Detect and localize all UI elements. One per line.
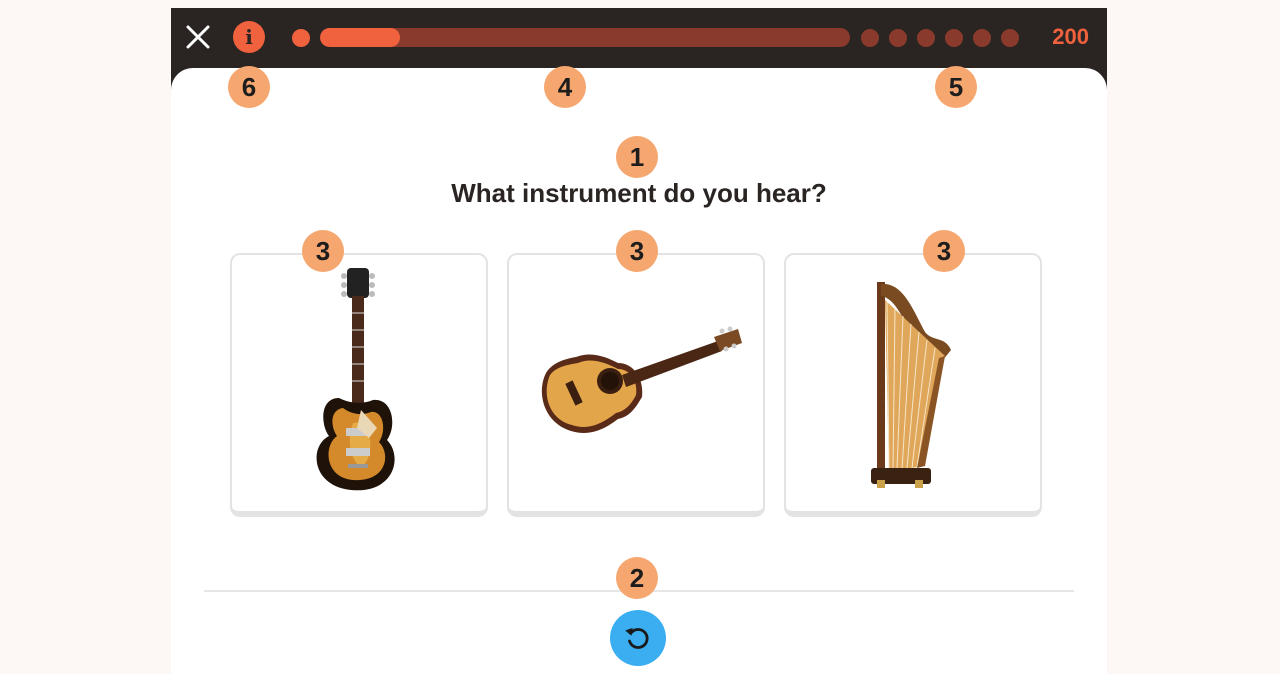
progress-start-dot — [292, 29, 310, 47]
info-button[interactable]: i — [233, 21, 265, 53]
close-icon — [186, 25, 210, 49]
electric-guitar-image — [316, 268, 395, 491]
score: 200 — [1052, 24, 1089, 49]
acoustic-guitar-image — [541, 326, 742, 433]
step-dot — [889, 29, 907, 47]
info-icon: i — [245, 25, 253, 49]
option-acoustic-guitar[interactable] — [507, 253, 765, 517]
question-text: What instrument do you hear? — [451, 178, 827, 208]
annotation-marker: 3 — [923, 230, 965, 272]
top-bar: i 200 — [171, 8, 1107, 68]
replay-icon — [625, 627, 649, 649]
step-dot — [1001, 29, 1019, 47]
option-harp[interactable] — [784, 253, 1042, 517]
annotation-marker: 1 — [616, 136, 658, 178]
annotation-marker: 3 — [616, 230, 658, 272]
annotation-marker: 3 — [302, 230, 344, 272]
remaining-steps — [861, 29, 1019, 47]
step-dot — [861, 29, 879, 47]
replay-audio-button[interactable] — [610, 610, 666, 666]
annotation-marker: 4 — [544, 66, 586, 108]
annotation-marker: 2 — [616, 557, 658, 599]
step-dot — [917, 29, 935, 47]
step-dot — [973, 29, 991, 47]
option-electric-guitar[interactable] — [230, 253, 488, 517]
annotation-marker: 5 — [935, 66, 977, 108]
harp-image — [871, 281, 951, 488]
progress-fill — [320, 28, 400, 47]
progress-bar — [320, 28, 850, 47]
close-button[interactable] — [185, 24, 211, 50]
annotation-marker: 6 — [228, 66, 270, 108]
step-dot — [945, 29, 963, 47]
